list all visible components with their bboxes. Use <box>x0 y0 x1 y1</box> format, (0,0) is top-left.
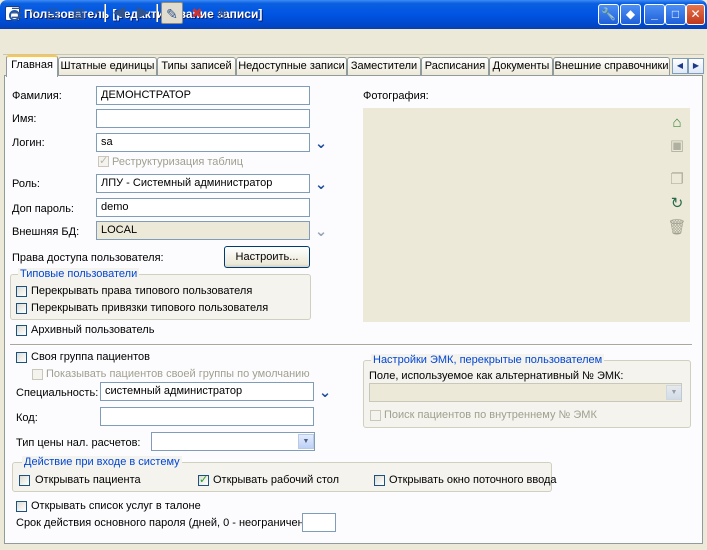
override-bindings-label: Перекрывать привязки типового пользовате… <box>31 302 269 314</box>
tab-main[interactable]: Главная <box>6 55 58 77</box>
password-expiry-input[interactable] <box>302 513 336 532</box>
external-db-label: Внешняя БД: <box>12 226 80 238</box>
open-patient-label: Открывать пациента <box>35 474 141 486</box>
tab-documents[interactable]: Документы <box>489 57 553 75</box>
archive-user-checkbox[interactable] <box>16 325 27 336</box>
login-action-title: Действие при входе в систему <box>22 456 182 468</box>
refresh-photo-icon[interactable]: ↻ <box>666 194 688 214</box>
access-rights-label: Права доступа пользователя: <box>12 252 164 264</box>
tab-external-references[interactable]: Внешние справочники <box>553 57 670 75</box>
list-menu-icon[interactable]: ☰ <box>6 2 28 24</box>
show-own-group-checkbox[interactable] <box>32 369 43 380</box>
tab-staff-units[interactable]: Штатные единицы <box>58 57 157 75</box>
emk-search-checkbox[interactable] <box>370 410 381 421</box>
extra-password-label: Доп пароль: <box>12 203 74 215</box>
emk-alt-field-select[interactable] <box>369 383 682 402</box>
tab-scroll-right-icon[interactable]: ▶ <box>688 58 704 74</box>
password-expiry-label: Срок действия основного пароля (дней, 0 … <box>16 517 311 529</box>
photo-area <box>363 108 690 322</box>
emk-alt-field-dropdown-icon[interactable]: ▼ <box>666 385 682 400</box>
external-db-input[interactable]: LOCAL <box>96 221 310 240</box>
tab-schedules[interactable]: Расписания <box>421 57 489 75</box>
price-type-dropdown-icon[interactable]: ▼ <box>298 434 314 449</box>
role-input[interactable]: ЛПУ - Системный администратор <box>96 174 310 193</box>
login-input[interactable]: sa <box>96 133 310 152</box>
section-divider <box>10 344 692 346</box>
emk-alt-field-label: Поле, используемое как альтернативный № … <box>369 370 624 382</box>
specialty-input[interactable]: системный администратор <box>100 382 314 401</box>
login-label: Логин: <box>12 137 45 149</box>
open-desktop-label: Открывать рабочий стол <box>213 474 340 486</box>
open-services-checkbox[interactable] <box>16 501 27 512</box>
forward-arrow-icon[interactable]: ▶ <box>132 2 154 24</box>
role-label: Роль: <box>12 178 40 190</box>
load-photo-icon[interactable]: ⌂ <box>666 113 688 133</box>
show-own-group-label: Показывать пациентов своей группы по умо… <box>46 368 310 380</box>
archive-user-label: Архивный пользователь <box>31 324 155 336</box>
open-stream-label: Открывать окно поточного ввода <box>389 474 557 486</box>
extra-password-input[interactable]: demo <box>96 198 310 217</box>
tab-unavailable-records[interactable]: Недоступные записи <box>236 57 347 75</box>
open-patient-checkbox[interactable] <box>19 475 30 486</box>
back-arrow-icon[interactable]: ◀ <box>108 2 130 24</box>
tab-scroll-left-icon[interactable]: ◀ <box>672 58 688 74</box>
save-photo-icon[interactable]: ▣ <box>666 136 688 156</box>
tab-deputies[interactable]: Заместители <box>347 57 421 75</box>
copy-photo-icon[interactable]: ❐ <box>666 170 688 190</box>
own-group-label: Своя группа пациентов <box>31 351 150 363</box>
surname-label: Фамилия: <box>12 90 62 102</box>
tab-record-types[interactable]: Типы записей <box>157 57 236 75</box>
surname-input[interactable]: ДЕМОНСТРАТОР <box>96 86 310 105</box>
restructure-checkbox[interactable] <box>98 154 109 167</box>
configure-button[interactable]: Настроить... <box>224 246 310 268</box>
edit-icon[interactable]: ▦ <box>68 2 90 24</box>
pencil-edit-icon[interactable]: ✎ <box>161 2 183 24</box>
override-rights-checkbox[interactable] <box>16 286 27 297</box>
open-stream-checkbox[interactable] <box>374 475 385 486</box>
restructure-label: Реструктуризация таблиц <box>112 156 244 168</box>
emk-search-label: Поиск пациентов по внутреннему № ЭМК <box>384 409 597 421</box>
chevron-down-icon[interactable]: ⌄ <box>312 177 330 194</box>
name-label: Имя: <box>12 113 37 125</box>
pin-icon[interactable]: ◆ <box>620 4 641 25</box>
dropdown-arrow-icon[interactable]: ▼ <box>92 2 102 24</box>
minimize-button[interactable]: _ <box>644 4 665 25</box>
code-label: Код: <box>16 412 38 424</box>
override-bindings-checkbox[interactable] <box>16 303 27 314</box>
chevron-down-icon[interactable]: ⌄ <box>312 136 330 153</box>
toolbar-separator <box>156 4 158 22</box>
trash-icon[interactable]: 🗑 <box>666 218 688 238</box>
export-icon[interactable]: ▤ <box>42 2 64 24</box>
override-rights-label: Перекрывать права типового пользователя <box>31 285 253 297</box>
delete-record-icon[interactable]: ✖ <box>186 2 208 24</box>
cancel-record-icon[interactable]: ⊗ <box>211 2 233 24</box>
price-type-select[interactable] <box>151 432 315 451</box>
own-group-checkbox[interactable] <box>16 352 27 363</box>
open-desktop-checkbox[interactable] <box>198 473 209 486</box>
photo-label: Фотография: <box>363 90 429 102</box>
toolbar <box>3 29 704 55</box>
wrench-icon[interactable]: 🔧 <box>598 4 619 25</box>
maximize-button[interactable]: □ <box>665 4 686 25</box>
chevron-down-icon[interactable]: ⌄ <box>316 385 334 402</box>
name-input[interactable] <box>96 109 310 128</box>
price-type-label: Тип цены нал. расчетов: <box>16 437 141 449</box>
dropdown-arrow-icon[interactable]: ▼ <box>28 2 38 24</box>
code-input[interactable] <box>100 407 314 426</box>
open-services-label: Открывать список услуг в талоне <box>31 500 201 512</box>
specialty-label: Специальность: <box>16 387 99 399</box>
emk-settings-title: Настройки ЭМК, перекрытые пользователем <box>371 354 605 366</box>
toolbar-separator <box>104 4 106 22</box>
close-button[interactable]: ✕ <box>686 4 705 25</box>
typical-users-title: Типовые пользователи <box>18 268 140 280</box>
chevron-down-icon[interactable]: ⌄ <box>312 224 330 241</box>
